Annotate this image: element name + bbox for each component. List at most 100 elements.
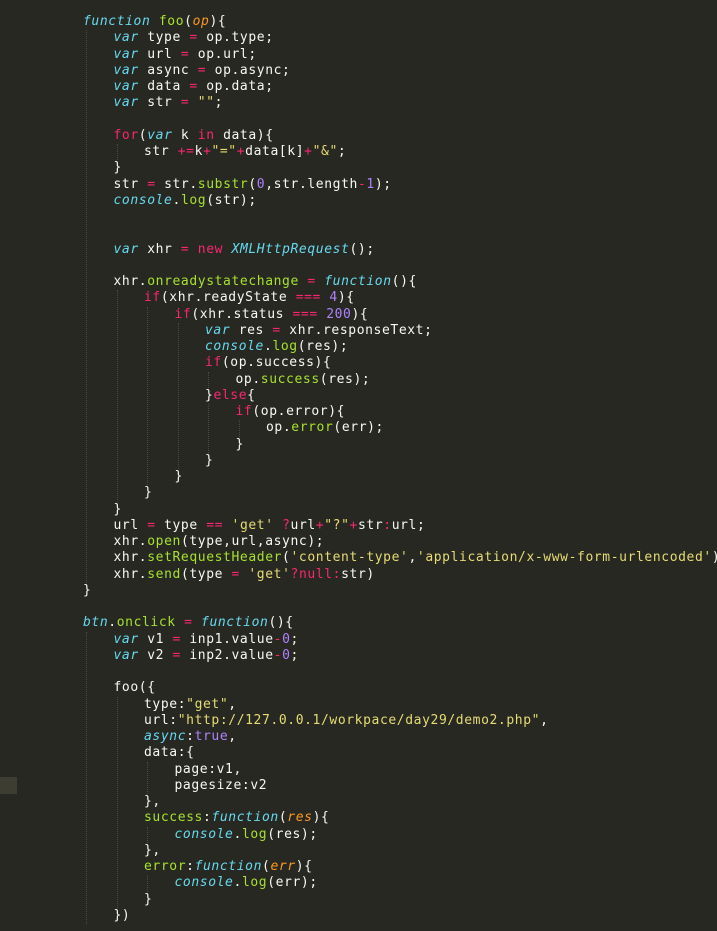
code-line: } <box>144 485 152 501</box>
code-token: . <box>108 615 117 631</box>
indent-guide <box>116 290 118 502</box>
code-token: console <box>113 192 173 208</box>
code-token: (res); <box>319 371 371 387</box>
code-line: xhr.send(type = 'get'?null:str) <box>114 567 375 583</box>
code-token: success <box>144 810 203 826</box>
code-line: xhr.open(type,url,async); <box>114 534 325 550</box>
code-token: (xhr.status <box>191 306 293 322</box>
code-token: null <box>298 566 333 582</box>
code-token: , <box>540 712 549 728</box>
code-token: += <box>177 144 195 159</box>
code-token: (str); <box>206 192 257 208</box>
code-token: async <box>144 729 187 744</box>
indent-guide <box>147 826 148 843</box>
code-token: data <box>138 79 190 94</box>
code-token: == <box>206 517 224 533</box>
code-token: }, <box>144 842 161 858</box>
code-line: } <box>114 502 122 518</box>
code-token: op.url; <box>189 46 257 62</box>
code-line: console.log(res); <box>175 827 318 843</box>
code-token: onclick <box>116 615 176 631</box>
code-line: foo({ <box>114 680 156 696</box>
code-line: } <box>175 469 183 485</box>
code-token: var <box>113 95 139 111</box>
indent-guide <box>86 631 87 924</box>
code-token: str) <box>341 566 375 582</box>
indent-guide <box>147 306 148 486</box>
code-token: (op.error){ <box>252 404 346 419</box>
code-token: { <box>247 387 256 403</box>
code-line: error:function(err){ <box>144 859 313 875</box>
code-token: 'get' <box>231 517 274 533</box>
code-token: var <box>113 631 139 647</box>
code-token: = <box>147 176 156 192</box>
code-token: url; <box>391 517 426 533</box>
code-line: url = type == 'get' ?url+"?"+str:url; <box>114 518 426 534</box>
code-token: 'get' <box>248 566 291 582</box>
code-token: new <box>197 241 224 257</box>
code-token: + <box>349 517 358 533</box>
code-token: op.async; <box>206 62 291 78</box>
code-token: inp1.value <box>180 631 274 647</box>
code-line: str = str.substr(0,str.length-1); <box>114 177 392 193</box>
code-token: }) <box>113 907 131 923</box>
code-token: foo({ <box>113 680 156 696</box>
code-token: var <box>113 79 139 94</box>
code-token: data:{ <box>144 745 195 761</box>
code-token: (){ <box>391 274 417 289</box>
code-token: - <box>273 647 283 663</box>
code-token: "http://127.0.0.1/workpace/day29/demo2.p… <box>177 712 541 728</box>
indent-guide <box>147 761 148 794</box>
code-token: page:v1, <box>174 761 242 777</box>
code-line: } <box>114 160 122 176</box>
code-token: op <box>192 14 210 29</box>
code-token: (err); <box>267 875 318 891</box>
code-line: var res = xhr.responseText; <box>205 323 433 339</box>
code-line: } <box>205 453 213 469</box>
code-token: ; <box>337 144 347 159</box>
code-token: xhr.responseText; <box>280 322 433 338</box>
code-line: var type = op.type; <box>114 30 274 46</box>
code-token: xhr. <box>113 534 148 549</box>
code-token: xhr. <box>113 550 148 566</box>
code-token: function <box>324 274 392 289</box>
code-token: : <box>186 859 195 874</box>
code-token: : <box>383 517 392 533</box>
code-token: ? <box>282 517 291 533</box>
code-token: var <box>205 322 231 338</box>
code-line: console.log(res); <box>205 339 348 355</box>
code-token: onreadystatechange <box>147 274 299 289</box>
code-token: if <box>205 355 222 371</box>
code-token: "" <box>197 95 215 111</box>
code-token: true <box>194 729 229 744</box>
code-editor[interactable]: function foo(op){var type = op.type; var … <box>0 0 717 931</box>
code-token: if <box>144 290 161 306</box>
code-token: ( <box>248 176 257 192</box>
code-token: (){ <box>268 615 294 631</box>
code-line: var url = op.url; <box>114 47 257 63</box>
code-token: (err); <box>333 420 384 436</box>
code-line: str +=k+"="+data[k]+"&"; <box>144 144 346 160</box>
indent-guide <box>147 875 148 892</box>
code-token: log <box>180 192 207 208</box>
code-token: k <box>172 127 198 143</box>
code-token: . <box>172 192 181 208</box>
code-token: : <box>186 729 195 744</box>
code-token: XMLHttpRequest <box>231 241 350 257</box>
code-line: }, <box>144 843 161 859</box>
code-line: async:true, <box>144 729 237 745</box>
code-token: pagesize:v2 <box>174 777 268 793</box>
code-token: = <box>147 517 156 533</box>
code-token: if <box>235 404 253 419</box>
code-line: if(op.error){ <box>236 404 346 420</box>
code-token: , <box>228 729 237 744</box>
code-token: : <box>332 566 342 582</box>
code-line: console.log(str); <box>114 193 257 209</box>
code-token: send <box>147 566 181 582</box>
code-token: = <box>307 274 316 289</box>
